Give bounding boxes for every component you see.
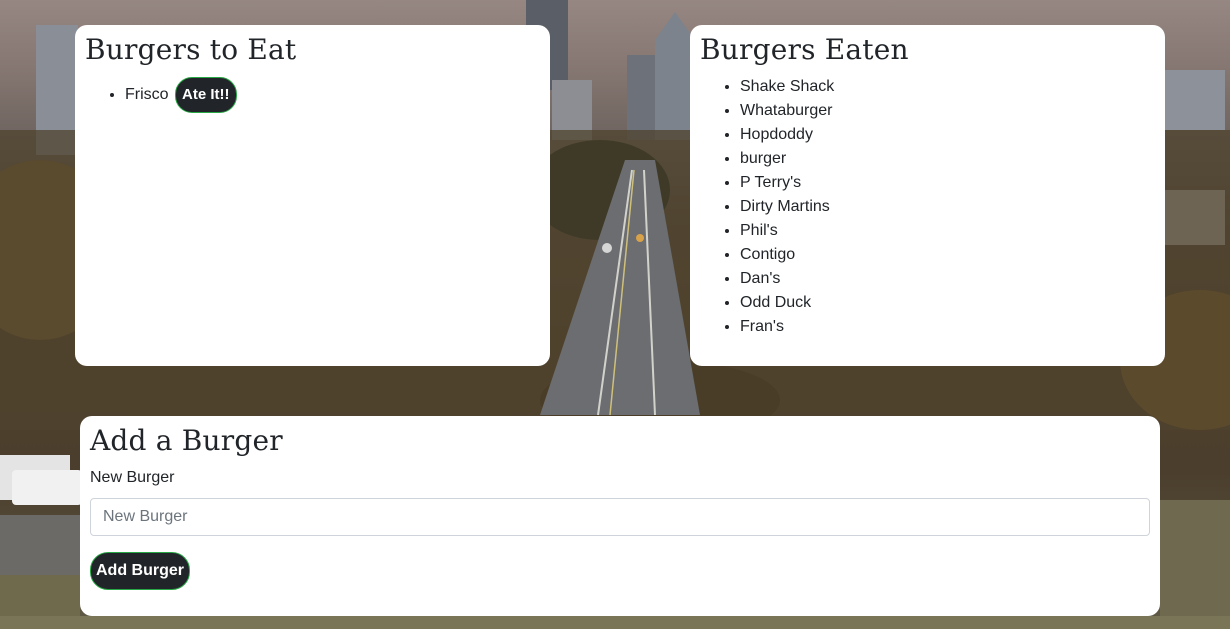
burger-name: Frisco <box>125 86 169 104</box>
burgers-eaten-title: Burgers Eaten <box>700 33 909 66</box>
list-item: Whataburger <box>740 99 1155 123</box>
burgers-eaten-panel: Burgers Eaten Shake Shack Whataburger Ho… <box>690 25 1165 366</box>
list-item: Phil's <box>740 219 1155 243</box>
burgers-eaten-list: Shake Shack Whataburger Hopdoddy burger … <box>700 75 1155 339</box>
new-burger-label: New Burger <box>90 469 175 486</box>
list-item: Odd Duck <box>740 291 1155 315</box>
add-burger-panel: Add a Burger New Burger Add Burger <box>80 416 1160 616</box>
new-burger-input[interactable] <box>90 498 1150 536</box>
list-item: burger <box>740 147 1155 171</box>
list-item: Shake Shack <box>740 75 1155 99</box>
list-item: Contigo <box>740 243 1155 267</box>
list-item: Hopdoddy <box>740 123 1155 147</box>
list-item: P Terry's <box>740 171 1155 195</box>
add-burger-button[interactable]: Add Burger <box>90 552 190 590</box>
burgers-to-eat-list: Frisco Ate It!! <box>85 77 540 113</box>
list-item: Dan's <box>740 267 1155 291</box>
list-item: Frisco Ate It!! <box>125 77 540 113</box>
burgers-to-eat-title: Burgers to Eat <box>85 33 297 66</box>
list-item: Fran's <box>740 315 1155 339</box>
burgers-to-eat-panel: Burgers to Eat Frisco Ate It!! <box>75 25 550 366</box>
list-item: Dirty Martins <box>740 195 1155 219</box>
ate-it-button[interactable]: Ate It!! <box>175 77 237 113</box>
add-burger-title: Add a Burger <box>90 424 283 457</box>
